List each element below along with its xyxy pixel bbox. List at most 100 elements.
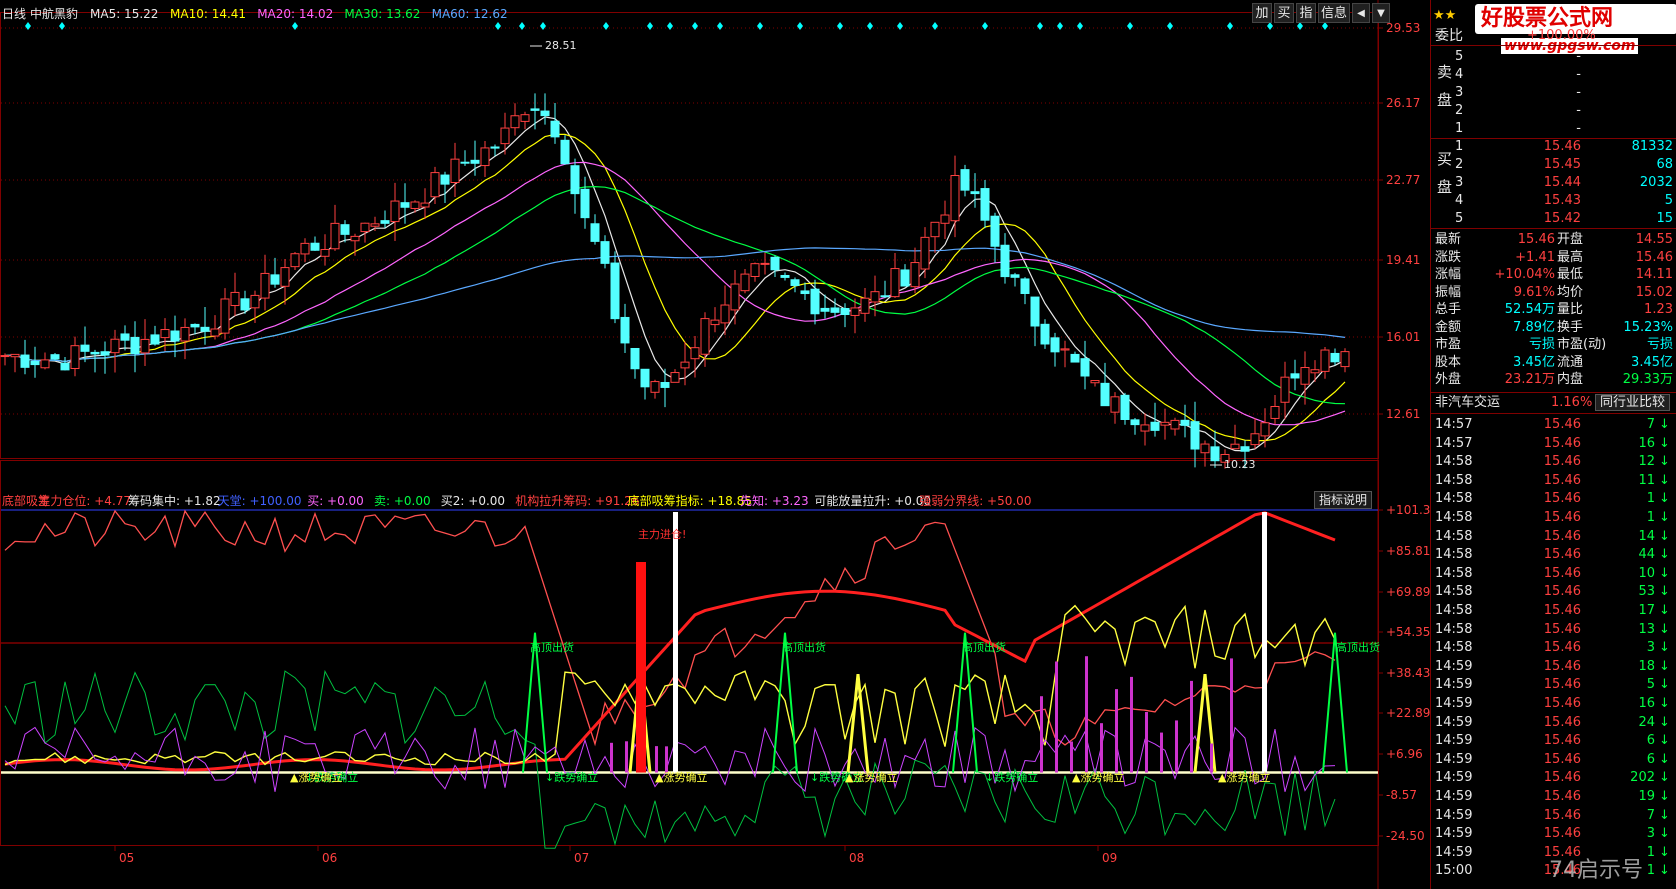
price: 15.44 <box>1543 175 1581 190</box>
candle <box>940 200 950 240</box>
candle <box>1050 332 1060 367</box>
volume-bar <box>1085 656 1088 773</box>
quote-value: 15.23% <box>1623 319 1673 335</box>
main-frame <box>0 12 1379 459</box>
indicator-tick-label: +85.81 <box>1386 544 1430 558</box>
indicator-value: 主力仓位: +4.77 <box>38 493 131 508</box>
tick-price: 15.46 <box>1543 565 1581 581</box>
down-arrow-icon: ↓ <box>1659 547 1670 563</box>
quote-value: 9.61% <box>1513 284 1555 300</box>
signal-diamond <box>1167 22 1173 30</box>
level: 5 <box>1455 211 1464 226</box>
main-grid <box>1 27 1378 415</box>
candlesticks <box>0 93 1350 469</box>
indicator-tick-label: +22.89 <box>1386 706 1430 720</box>
toolbar-indicator-button[interactable]: 指 <box>1296 3 1316 23</box>
candle <box>120 325 130 351</box>
tick-time: 14:57 <box>1435 435 1473 451</box>
buy-spike <box>846 673 870 773</box>
down-arrow-icon: ↓ <box>1659 733 1670 749</box>
candle <box>110 329 120 373</box>
indicator-frame <box>0 460 1379 846</box>
tick-row: 14:59 15.46 19 <box>1431 788 1676 806</box>
tick-volume: 3 <box>1646 640 1655 656</box>
top-sell-label: 高顶出货 <box>782 640 826 654</box>
indicator-lines <box>4 509 1348 849</box>
candle <box>1140 413 1150 446</box>
indicator-value: 强弱分界线: +50.00 <box>919 494 1031 508</box>
down-arrow-icon: ↓ <box>1659 435 1670 451</box>
candle <box>630 347 640 379</box>
volume-bar <box>1115 689 1118 773</box>
candle <box>1320 346 1330 379</box>
tick-price: 15.46 <box>1543 807 1581 823</box>
candle <box>1040 319 1050 349</box>
tick-time: 14:58 <box>1435 491 1473 507</box>
candle <box>780 272 790 281</box>
chart-canvas[interactable]: 29.53 26.17 22.77 19.41 16.01 12.61 28.51 10.… <box>0 0 1438 889</box>
candle <box>440 171 450 204</box>
candle <box>1270 394 1280 425</box>
ma-label: MA20: 14.02 <box>257 7 333 21</box>
tick-volume: 202 <box>1630 770 1655 786</box>
toolbar-buy-button[interactable]: 买 <box>1274 3 1294 23</box>
toolbar-info-button[interactable]: 信息 <box>1318 3 1350 23</box>
date-tick-label: 06 <box>322 851 337 865</box>
volume: 81332 <box>1631 139 1673 154</box>
down-arrow-icon: ↓ <box>1659 417 1670 432</box>
candle <box>920 227 930 279</box>
tick-price: 15.46 <box>1543 733 1581 749</box>
tick-time: 14:59 <box>1435 751 1473 767</box>
tick-row: 14:58 15.46 12 <box>1431 453 1676 471</box>
tick-time: 14:58 <box>1435 472 1473 488</box>
quote-value: 亏损 <box>1528 337 1555 352</box>
quote-row: 市盈 亏损 市盈(动) 亏损 <box>1431 336 1676 354</box>
tick-volume: 3 <box>1646 826 1655 842</box>
quote-label: 量比 <box>1557 302 1584 317</box>
toolbar-add-button[interactable]: 加 <box>1252 3 1272 23</box>
uptrend-label: ▲涨势确立 <box>655 770 707 784</box>
tick-price: 15.46 <box>1543 658 1581 674</box>
candle <box>430 166 440 204</box>
candle <box>600 235 610 269</box>
price: 15.45 <box>1543 157 1581 172</box>
down-arrow-icon: ↓ <box>1659 658 1670 674</box>
quote-label: 总手 <box>1435 302 1462 317</box>
indicator-tick-label: +54.35 <box>1386 625 1430 639</box>
candle <box>260 254 270 311</box>
indicator-value: 先知: +3.23 <box>740 494 809 508</box>
buy-order-row: 5 15.42 15 <box>1431 210 1676 228</box>
toolbar-left-arrow[interactable]: ◀ <box>1352 3 1370 23</box>
candle <box>770 255 780 278</box>
fund-line <box>4 509 1336 747</box>
signal-diamond <box>837 22 843 30</box>
volume <box>1591 66 1673 84</box>
peer-compare-button[interactable]: 同行业比较 <box>1595 394 1671 411</box>
candle <box>140 319 150 366</box>
candle <box>650 379 660 399</box>
quote-value: 23.21万 <box>1504 372 1555 387</box>
white-signal-bar <box>673 512 678 773</box>
indicator-help-button[interactable]: 指标说明 <box>1314 491 1372 509</box>
tick-time: 14:59 <box>1435 677 1473 693</box>
toolbar-down-arrow[interactable]: ▼ <box>1372 3 1390 23</box>
quote-value: 14.11 <box>1635 267 1673 282</box>
tick-row: 14:58 15.46 14 <box>1431 528 1676 546</box>
candle <box>810 279 820 325</box>
signal-diamond <box>1077 22 1083 30</box>
candle <box>1100 362 1110 407</box>
favorite-stars-icon[interactable]: ★★ <box>1433 8 1456 23</box>
position-line <box>4 511 1336 772</box>
kline-chart-area[interactable]: 29.53 26.17 22.77 19.41 16.01 12.61 28.51 10.… <box>0 0 1438 889</box>
candle <box>1030 296 1040 347</box>
candle <box>30 346 40 378</box>
tick-price: 15.46 <box>1543 472 1581 488</box>
price-tick-label: 16.01 <box>1386 330 1420 344</box>
tick-price: 15.46 <box>1543 584 1581 600</box>
tick-price: 15.46 <box>1543 510 1581 525</box>
tick-time: 14:59 <box>1435 844 1473 860</box>
candle <box>480 141 490 177</box>
candle <box>1170 417 1180 436</box>
tick-time: 14:58 <box>1435 547 1473 563</box>
sector-name[interactable]: 非汽车交运 <box>1435 394 1500 412</box>
